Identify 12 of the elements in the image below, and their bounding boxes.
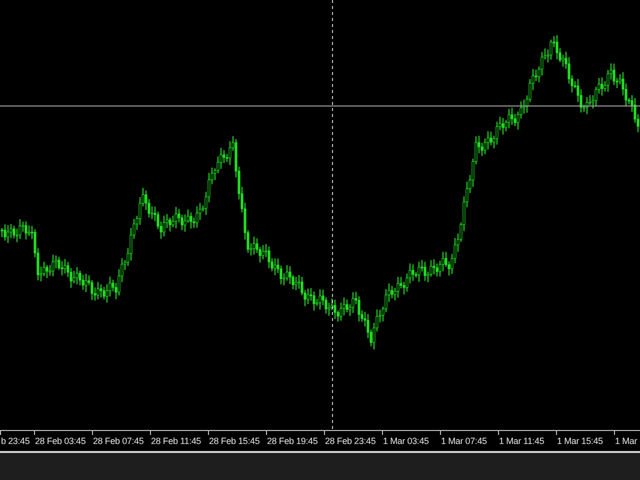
time-axis-label: 28 Feb 11:45 bbox=[150, 436, 201, 446]
time-axis-label: 28 Feb 19:45 bbox=[266, 436, 318, 446]
time-axis-label: 1 Mar 15:45 bbox=[556, 436, 603, 446]
time-axis-label: b 23:45 bbox=[0, 436, 30, 446]
time-axis-label: 1 Mar 03:45 bbox=[382, 436, 429, 446]
time-axis-label: 1 Mar 07:45 bbox=[440, 436, 487, 446]
time-axis-label: 28 Feb 03:45 bbox=[34, 436, 86, 446]
time-axis-label: 1 Mar bbox=[614, 436, 638, 446]
time-axis-label: 28 Feb 07:45 bbox=[92, 436, 144, 446]
time-axis-label: 28 Feb 15:45 bbox=[208, 436, 260, 446]
time-axis-label: 1 Mar 11:45 bbox=[498, 436, 544, 446]
time-axis-label: 28 Feb 23:45 bbox=[324, 436, 376, 446]
